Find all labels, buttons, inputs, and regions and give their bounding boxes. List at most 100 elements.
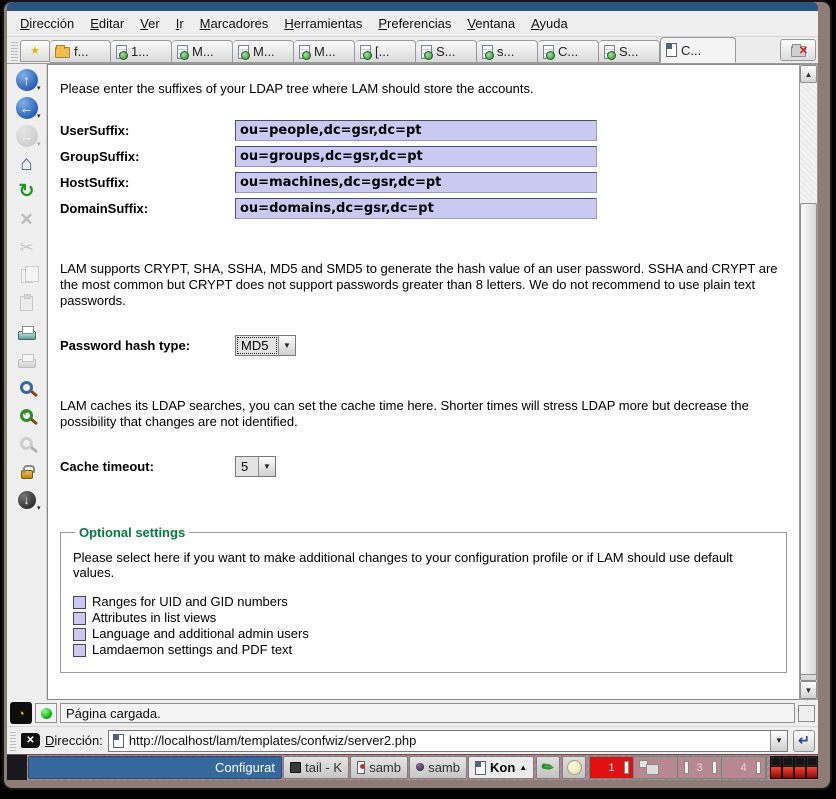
security-icon[interactable]	[13, 459, 41, 484]
tab-1[interactable]: f...	[50, 40, 111, 63]
terminal-icon	[290, 762, 301, 773]
tab-label: M...	[314, 44, 336, 59]
html-page-icon	[116, 45, 127, 59]
tab-9[interactable]: C...	[538, 40, 599, 63]
desktop-pager: 1 3 4	[589, 756, 767, 779]
tab-8[interactable]: s...	[477, 40, 538, 63]
tab-label: S...	[619, 44, 639, 59]
scroll-down-button[interactable]: ▼	[800, 681, 817, 699]
reload-icon[interactable]: ↻	[13, 179, 41, 204]
attributes-checkbox[interactable]	[73, 612, 86, 625]
tab-label: s...	[497, 44, 514, 59]
tray-pen-icon[interactable]: ✎	[536, 756, 560, 779]
back-icon[interactable]: ←▾	[13, 95, 41, 120]
group-suffix-input[interactable]	[235, 146, 597, 167]
up-icon[interactable]: ↑▾	[13, 67, 41, 92]
status-bar: ◔ Página cargada.	[7, 700, 818, 726]
domain-suffix-input[interactable]	[235, 198, 597, 219]
html-page-icon	[482, 45, 493, 59]
task-label: tail - K	[305, 760, 342, 775]
zoom-in-icon[interactable]: +	[13, 403, 41, 428]
domain-suffix-row: DomainSuffix:	[60, 198, 799, 219]
tab-3[interactable]: M...	[172, 40, 233, 63]
menu-marcadores[interactable]: Marcadores	[193, 13, 276, 34]
toolbar-grip[interactable]	[11, 41, 18, 61]
find-icon[interactable]	[13, 375, 41, 400]
menu-editar[interactable]: Editar	[83, 13, 131, 34]
lamdaemon-checkbox[interactable]	[73, 644, 86, 657]
host-suffix-input[interactable]	[235, 172, 597, 193]
clear-location-icon[interactable]: ✕	[21, 733, 40, 748]
pager-desktop-1[interactable]: 1	[590, 757, 634, 778]
tab-4[interactable]: M...	[233, 40, 294, 63]
task-samba-2[interactable]: samb	[409, 756, 467, 779]
home-icon[interactable]: ⌂	[13, 151, 41, 176]
vertical-scrollbar[interactable]: ▲ ▲ ▼	[799, 64, 818, 700]
go-button[interactable]: ↵	[793, 730, 815, 752]
task-samba-1[interactable]: samb	[350, 756, 408, 779]
document-icon	[357, 761, 365, 774]
desktop-number: 4	[740, 762, 746, 774]
tab-2[interactable]: 1...	[111, 40, 172, 63]
addressbar-grip[interactable]	[10, 731, 16, 751]
pager-desktop-3[interactable]: 3	[678, 757, 722, 778]
address-label: Dirección:	[45, 733, 103, 748]
print-icon[interactable]	[13, 319, 41, 344]
menu-ver[interactable]: Ver	[133, 13, 167, 34]
scrollbar-track[interactable]	[800, 83, 817, 663]
resize-grip[interactable]	[798, 705, 815, 722]
optional-settings-legend: Optional settings	[75, 525, 189, 540]
checkbox-row-lamdaemon: Lamdaemon settings and PDF text	[73, 642, 774, 658]
window-titlebar[interactable]	[7, 2, 818, 11]
menu-preferencias[interactable]: Preferencias	[371, 13, 458, 34]
location-dropdown-icon[interactable]: ▼	[770, 731, 787, 751]
tab-6[interactable]: [...	[355, 40, 416, 63]
menu-ventana[interactable]: Ventana	[460, 13, 522, 34]
location-input[interactable]: http://localhost/lam/templates/confwiz/s…	[108, 730, 788, 752]
tab-label: C...	[558, 44, 578, 59]
tab-5[interactable]: M...	[294, 40, 355, 63]
optional-settings-intro: Please select here if you want to make a…	[73, 550, 774, 580]
cache-timeout-select[interactable]: 5 ▼	[235, 456, 276, 477]
ranges-checkbox-label: Ranges for UID and GID numbers	[92, 594, 288, 610]
tab-label: M...	[192, 44, 214, 59]
ranges-checkbox[interactable]	[73, 596, 86, 609]
menu-direccion[interactable]: Dirección	[13, 13, 81, 34]
password-hash-select[interactable]: MD5 ▼	[235, 335, 296, 356]
task-konqueror[interactable]: Kon▲	[468, 756, 534, 779]
tray-bulb-icon[interactable]	[562, 756, 586, 779]
cache-timeout-label: Cache timeout:	[60, 459, 235, 474]
tab-11-active[interactable]: C...	[660, 37, 736, 63]
hash-info-text: LAM supports CRYPT, SHA, SSHA, MD5 and S…	[60, 261, 787, 309]
download-icon[interactable]: ↓▾	[13, 487, 41, 512]
side-toolbar: ↑▾ ←▾ →▾ ⌂ ↻ ✕ ✂ + ↓▾	[7, 64, 47, 700]
pager-desktop-4[interactable]: 4	[722, 757, 766, 778]
tab-bar: ★ f... 1... M... M... M... [... S... s..…	[7, 37, 818, 64]
task-tail[interactable]: tail - K	[283, 756, 349, 779]
chevron-down-icon[interactable]: ▼	[278, 336, 295, 355]
user-suffix-input[interactable]	[235, 120, 597, 141]
pager-desktop-2[interactable]	[634, 757, 678, 778]
close-tab-button[interactable]: ✕	[780, 39, 816, 61]
password-hash-label: Password hash type:	[60, 338, 235, 353]
menu-herramientas[interactable]: Herramientas	[277, 13, 369, 34]
language-checkbox[interactable]	[73, 628, 86, 641]
new-tab-button[interactable]: ★	[20, 40, 50, 62]
tab-label: M...	[253, 44, 275, 59]
checkbox-row-ranges: Ranges for UID and GID numbers	[73, 594, 774, 610]
menu-ayuda[interactable]: Ayuda	[524, 13, 575, 34]
menu-ir[interactable]: Ir	[169, 13, 191, 34]
tab-label: 1...	[131, 44, 149, 59]
chevron-down-icon[interactable]: ▼	[258, 457, 275, 476]
url-text[interactable]: http://localhost/lam/templates/confwiz/s…	[129, 733, 765, 748]
tab-10[interactable]: S...	[599, 40, 660, 63]
tab-7[interactable]: S...	[416, 40, 477, 63]
panel-edge	[7, 755, 27, 780]
html-page-icon	[604, 45, 615, 59]
copy-icon	[13, 263, 41, 288]
address-bar: ✕ Dirección: http://localhost/lam/templa…	[7, 726, 818, 754]
task-configuration[interactable]: Configurat	[28, 756, 282, 779]
scroll-up-button[interactable]: ▲	[800, 65, 817, 83]
scrollbar-thumb[interactable]	[800, 203, 817, 675]
host-suffix-label: HostSuffix:	[60, 175, 235, 190]
